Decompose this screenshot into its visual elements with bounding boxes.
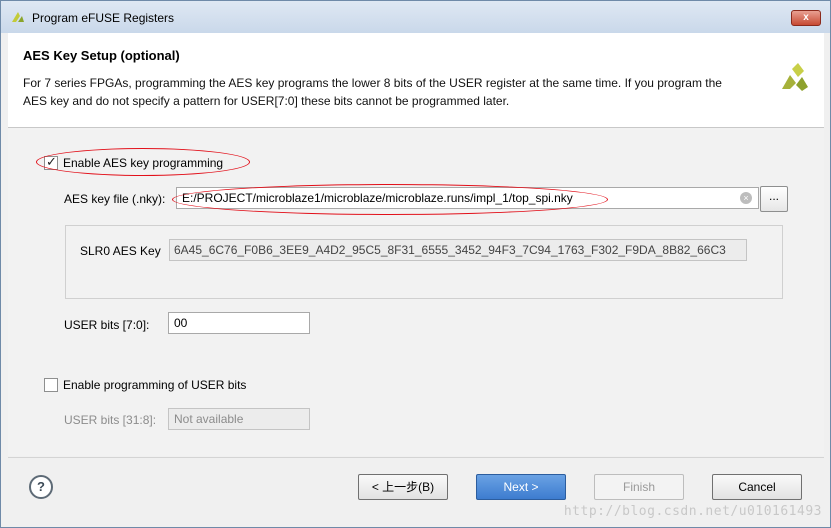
key-file-label: AES key file (.nky): bbox=[64, 192, 166, 206]
page-title: AES Key Setup (optional) bbox=[23, 48, 180, 63]
vivado-app-icon bbox=[12, 12, 24, 22]
title-bar[interactable]: Program eFUSE Registers x bbox=[1, 1, 830, 33]
window-title: Program eFUSE Registers bbox=[32, 11, 175, 25]
enable-aes-label: Enable AES key programming bbox=[63, 156, 224, 170]
slr-key-label: SLR0 AES Key bbox=[80, 244, 161, 258]
dialog-window: Program eFUSE Registers x AES Key Setup … bbox=[0, 0, 831, 528]
browse-button[interactable]: ... bbox=[760, 186, 788, 212]
enable-user-bits-checkbox[interactable] bbox=[44, 378, 58, 392]
slr-key-panel: SLR0 AES Key 6A45_6C76_F0B6_3EE9_A4D2_95… bbox=[65, 225, 783, 299]
user-bits-high-input: Not available bbox=[168, 408, 310, 430]
enable-aes-checkbox[interactable]: ✓ bbox=[44, 154, 58, 170]
cancel-button[interactable]: Cancel bbox=[712, 474, 802, 500]
next-button[interactable]: Next > bbox=[476, 474, 566, 500]
back-button[interactable]: < 上一步(B) bbox=[358, 474, 448, 500]
content-area: ✓ Enable AES key programming AES key fil… bbox=[8, 128, 824, 456]
slr-key-value: 6A45_6C76_F0B6_3EE9_A4D2_95C5_8F31_6555_… bbox=[169, 239, 747, 261]
user-bits-high-label: USER bits [31:8]: bbox=[64, 413, 157, 427]
finish-button: Finish bbox=[594, 474, 684, 500]
enable-user-bits-label: Enable programming of USER bits bbox=[63, 378, 247, 392]
key-file-input[interactable]: E:/PROJECT/microblaze1/microblaze/microb… bbox=[176, 187, 759, 209]
user-bits-low-label: USER bits [7:0]: bbox=[64, 318, 150, 332]
page-description: For 7 series FPGAs, programming the AES … bbox=[23, 76, 722, 108]
watermark: http://blog.csdn.net/u010161493 bbox=[563, 504, 822, 519]
help-button[interactable]: ? bbox=[29, 475, 53, 499]
page-header: AES Key Setup (optional) For 7 series FP… bbox=[8, 33, 824, 128]
xilinx-logo-icon bbox=[782, 63, 808, 91]
user-bits-low-input[interactable]: 00 bbox=[168, 312, 310, 334]
checkmark-icon: ✓ bbox=[46, 154, 57, 169]
clear-icon[interactable]: × bbox=[740, 192, 752, 204]
close-button[interactable]: x bbox=[791, 10, 821, 26]
